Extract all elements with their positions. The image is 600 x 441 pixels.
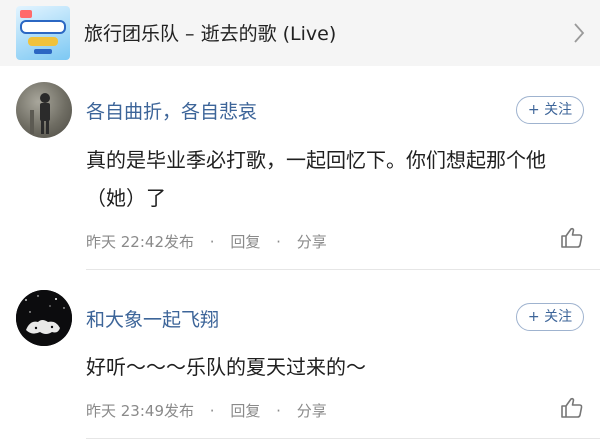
comment-time: 昨天 22:42发布 [86,233,194,251]
album-cover[interactable] [16,6,70,60]
comment-meta: 昨天 22:42发布 · 回复 · 分享 [86,231,327,252]
separator-dot: · [276,402,281,420]
chevron-right-icon[interactable] [572,22,586,44]
separator-dot: · [209,233,215,251]
follow-button[interactable]: + 关注 [516,303,584,331]
separator-dot: · [276,233,281,251]
comment-text: 真的是毕业季必打歌，一起回忆下。你们想起那个他（她）了 [86,148,546,210]
reply-button[interactable]: 回复 [230,231,260,252]
thumbs-up-icon[interactable] [560,226,584,250]
follow-button[interactable]: + 关注 [516,96,584,124]
comment-meta: 昨天 23:49发布 · 回复 · 分享 [86,400,327,421]
divider [86,269,600,270]
song-header[interactable]: 旅行团乐队 – 逝去的歌 (Live) [0,0,600,66]
share-button[interactable]: 分享 [297,231,327,252]
username[interactable]: 和大象一起飞翔 [86,305,219,332]
separator-dot: · [209,402,215,420]
song-title: 旅行团乐队 – 逝去的歌 (Live) [84,23,337,45]
comment-time: 昨天 23:49发布 [86,402,194,420]
username[interactable]: 各自曲折，各自悲哀 [86,97,257,124]
share-button[interactable]: 分享 [297,400,327,421]
comment-text: 好听～～～乐队的夏天过来的～ [86,355,366,379]
divider [86,438,600,439]
avatar[interactable] [16,290,72,346]
avatar[interactable] [16,82,72,138]
thumbs-up-icon[interactable] [560,396,584,420]
reply-button[interactable]: 回复 [230,400,260,421]
